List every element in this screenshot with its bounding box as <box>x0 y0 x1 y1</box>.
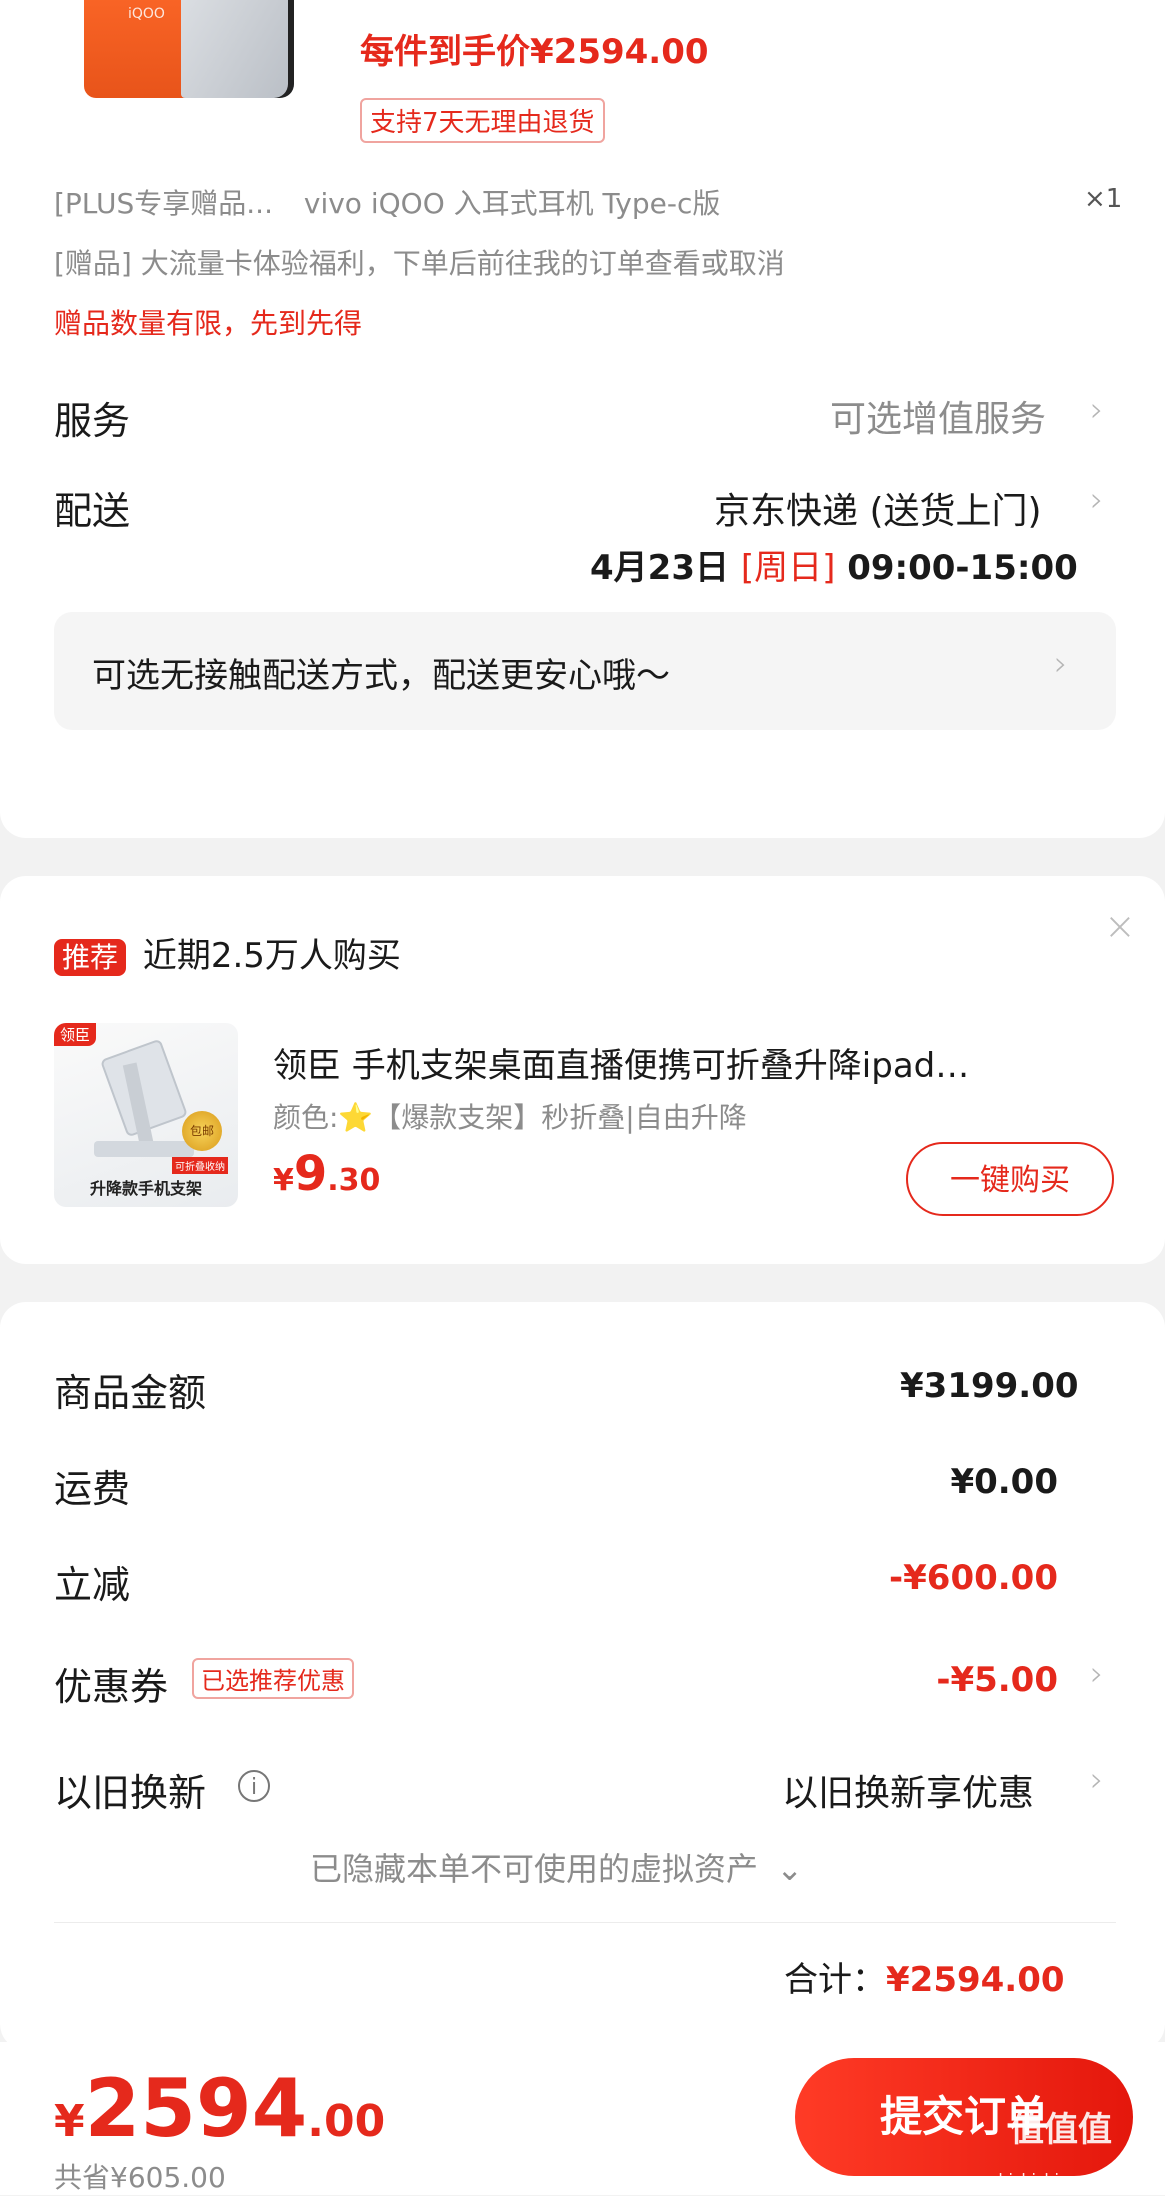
gift-name: vivo iQOO 入耳式耳机 Type-c版 <box>303 187 721 220</box>
amount-int: 2594 <box>84 2062 308 2155</box>
payable-amount: ¥2594.00 <box>54 2062 385 2155</box>
total-row: 合计：¥2594.00 <box>784 1952 1065 2001</box>
return-policy-tag: 支持7天无理由退货 <box>360 98 605 143</box>
chevron-right-icon[interactable]: › <box>1090 480 1104 520</box>
one-click-buy-button[interactable]: 一键购买 <box>906 1142 1114 1216</box>
brand-badge: 领臣 <box>54 1023 97 1046</box>
hidden-assets-text: 已隐藏本单不可使用的虚拟资产 <box>310 1850 759 1888</box>
delivery-label: 配送 <box>54 489 131 533</box>
price-int: 9 <box>293 1146 328 1202</box>
gift-line-1[interactable]: [PLUS专享赠品... vivo iQOO 入耳式耳机 Type-c版 <box>54 182 720 222</box>
phone-logo: iQOO <box>128 6 165 22</box>
service-value[interactable]: 可选增值服务 <box>830 390 1046 442</box>
recommend-headline: 近期2.5万人购买 <box>142 936 401 976</box>
chevron-right-icon[interactable]: › <box>1090 390 1104 430</box>
recommend-item-title[interactable]: 领臣 手机支架桌面直播便携可折叠升降ipad… <box>273 1038 969 1087</box>
tradein-label: 以旧换新 <box>54 1771 207 1815</box>
summary-row-label: 立减 <box>54 1563 131 1607</box>
delivery-window: 09:00-15:00 <box>847 548 1078 588</box>
service-label: 服务 <box>54 399 131 443</box>
price-symbol: ¥ <box>273 1163 294 1198</box>
gift-notice: 赠品数量有限，先到先得 <box>54 307 363 340</box>
gift-line-2: [赠品] 大流量卡体验福利，下单后前往我的订单查看或取消 <box>54 247 785 280</box>
delivery-method[interactable]: 京东快递 (送货上门) <box>714 482 1042 534</box>
chevron-down-icon: ⌄ <box>776 1850 803 1888</box>
tradein-value[interactable]: 以旧换新享优惠 <box>782 1764 1034 1816</box>
phone-back-orange: iQOO <box>84 0 189 98</box>
order-summary-card: 商品金额 ¥3199.00 运费 ¥0.00 立减 -¥600.00 优惠券 已… <box>0 1302 1165 2050</box>
total-value: ¥2594.00 <box>886 1960 1065 2000</box>
chevron-right-icon[interactable]: › <box>1090 1654 1104 1694</box>
total-label: 合计： <box>784 1960 886 2000</box>
gift-qty: ×1 <box>1084 184 1123 214</box>
watermark-url: zhizhizhi.com <box>990 2170 1099 2189</box>
summary-row-label: 商品金额 <box>54 1371 207 1415</box>
price-dec: .30 <box>327 1163 381 1198</box>
summary-row-value: ¥0.00 <box>950 1462 1058 1502</box>
amount-dec: .00 <box>307 2096 386 2147</box>
gift-prefix: [PLUS专享赠品... <box>54 187 273 220</box>
coupon-tag: 已选推荐优惠 <box>192 1658 354 1699</box>
close-icon[interactable]: × <box>1104 904 1136 948</box>
delivery-time[interactable]: 4月23日 [周日] 09:00-15:00 <box>590 540 1078 589</box>
coupon-value[interactable]: -¥5.00 <box>860 1660 1058 1700</box>
image-tag: 可折叠收纳 <box>172 1157 228 1174</box>
contactless-text: 可选无接触配送方式，配送更安心哦～ <box>92 656 670 696</box>
saved-amount: 共省¥605.00 <box>54 2161 226 2194</box>
hidden-assets-toggle[interactable]: 已隐藏本单不可使用的虚拟资产 ⌄ <box>310 1844 803 1890</box>
watermark-logo: 值值值 <box>1010 2110 1112 2150</box>
price-each: 每件到手价¥2594.00 <box>360 32 709 72</box>
product-card: iQOO 每件到手价¥2594.00 支持7天无理由退货 [PLUS专享赠品..… <box>0 0 1165 838</box>
currency-symbol: ¥ <box>54 2096 85 2147</box>
info-icon[interactable]: i <box>238 1770 270 1802</box>
coupon-label: 优惠券 <box>54 1665 169 1709</box>
chevron-right-icon[interactable]: › <box>1090 1760 1104 1800</box>
delivery-weekday: [周日] <box>740 548 836 588</box>
product-image[interactable]: iQOO <box>84 0 294 98</box>
image-caption: 升降款手机支架 <box>89 1179 202 1198</box>
summary-row-value: ¥3199.00 <box>900 1366 1079 1406</box>
recommend-card: 推荐 近期2.5万人购买 × 领臣 包邮 可折叠收纳 升降款手机支架 领臣 手机… <box>0 876 1165 1264</box>
checkout-bar: ¥2594.00 共省¥605.00 提交订单 值值值 zhizhizhi.co… <box>0 2042 1165 2195</box>
contactless-delivery-option[interactable]: 可选无接触配送方式，配送更安心哦～ › <box>54 612 1116 730</box>
recommend-header: 推荐 近期2.5万人购买 <box>54 928 401 977</box>
chevron-right-icon: › <box>1054 644 1068 684</box>
divider <box>54 1922 1116 1923</box>
recommend-item-spec: 颜色:⭐【爆款支架】秒折叠|自由升降 <box>273 1101 747 1134</box>
free-shipping-seal: 包邮 <box>182 1111 222 1151</box>
stand-base-shape <box>94 1141 194 1157</box>
recommend-item-price: ¥9.30 <box>273 1146 380 1202</box>
summary-row-value: -¥600.00 <box>889 1558 1058 1598</box>
delivery-date: 4月23日 <box>590 548 729 588</box>
phone-back-gray <box>181 0 294 98</box>
recommend-item-image[interactable]: 领臣 包邮 可折叠收纳 升降款手机支架 <box>54 1023 238 1207</box>
summary-row-label: 运费 <box>54 1467 131 1511</box>
recommend-badge: 推荐 <box>54 939 127 976</box>
